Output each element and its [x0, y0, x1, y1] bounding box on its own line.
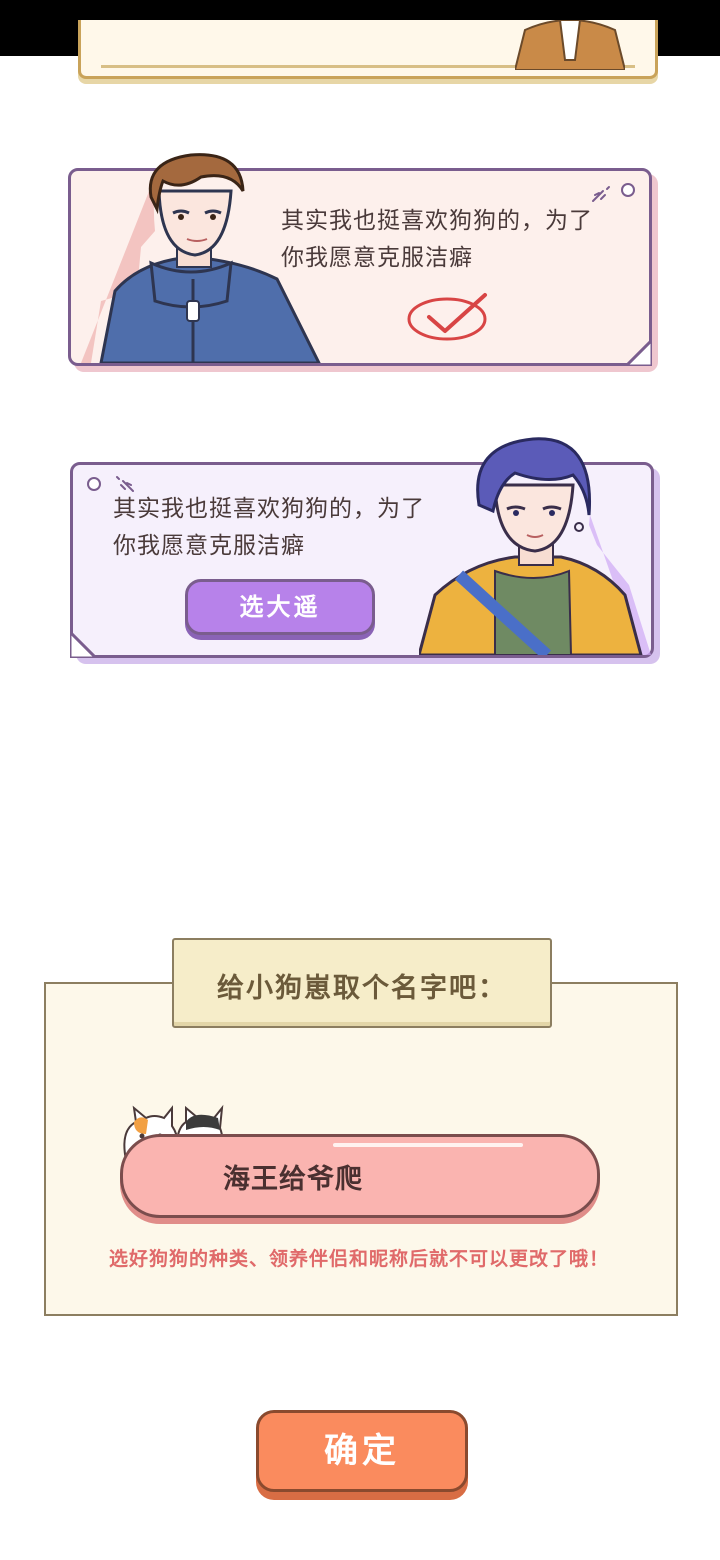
name-form-title: 给小狗崽取个名字吧： — [217, 973, 507, 1004]
warning-text: 选好狗狗的种类、领养伴侣和昵称后就不可以更改了哦！ — [108, 1248, 609, 1270]
dog-name-value: 海王给爷爬 — [223, 1164, 363, 1195]
input-highlight — [333, 1143, 523, 1147]
decorative-dot — [621, 183, 635, 197]
character-quote: 其实我也挺喜欢狗狗的，为了 你我愿意克服洁癖 — [113, 496, 425, 559]
confirm-button[interactable]: 确定 — [256, 1410, 468, 1492]
sparkle-icon — [113, 475, 137, 499]
page-fold-corner — [68, 628, 100, 660]
decorative-dot — [87, 477, 101, 491]
character-quote: 其实我也挺喜欢狗狗的，为了 你我愿意克服洁癖 — [281, 208, 593, 271]
character-card-2[interactable]: 其实我也挺喜欢狗狗的，为了 你我愿意克服洁癖 选大遥 — [68, 437, 654, 660]
character-card-1[interactable]: 其实我也挺喜欢狗狗的，为了 你我愿意克服洁癖 — [68, 153, 654, 368]
partial-portrait — [515, 20, 625, 70]
select-character-button[interactable]: 选大遥 — [185, 579, 375, 635]
check-circle-icon — [407, 289, 491, 345]
sparkle-icon — [589, 185, 613, 209]
page-fold-corner — [622, 336, 654, 368]
dog-name-input[interactable]: 海王给爷爬 — [120, 1134, 600, 1218]
name-form-tab: 给小狗崽取个名字吧： — [172, 938, 552, 1028]
partial-character-card[interactable] — [78, 20, 658, 79]
